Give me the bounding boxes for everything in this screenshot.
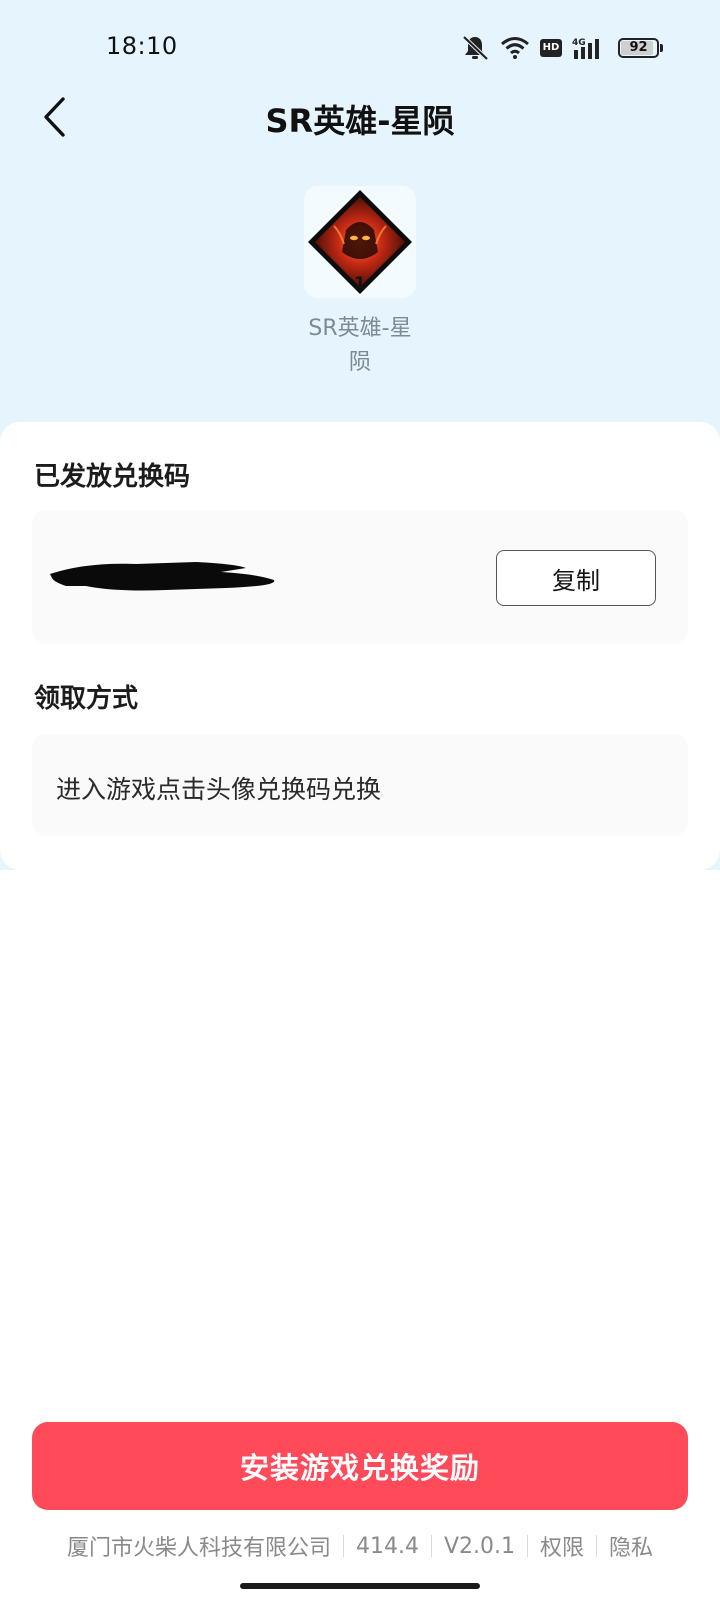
footer-divider [527,1535,528,1557]
footer-divider [430,1535,432,1557]
footer-permissions-link[interactable]: 权限 [540,1530,584,1562]
code-section-title: 已发放兑换码 [34,462,191,492]
svg-text:4G: 4G [572,38,586,48]
footer-privacy-link[interactable]: 隐私 [609,1530,653,1562]
status-icons: HD 4G 92 [460,34,664,62]
method-text: 进入游戏点击头像兑换码兑换 [56,775,382,804]
wifi-icon [500,36,530,60]
copy-button[interactable]: 复制 [496,550,656,606]
footer-divider [342,1535,344,1557]
status-time: 18:10 [106,32,178,60]
reward-name: SR英雄-星陨 [308,316,412,375]
signal-4g-icon: 4G [572,36,608,60]
bell-muted-icon [460,34,490,62]
reward-count: 1 [354,273,366,292]
page: 18:10 HD 4G 92 SR英雄-星陨 1 SR英雄-星陨 已发放兑换码 … [0,0,720,1600]
home-indicator[interactable] [240,1583,480,1589]
method-section-title: 领取方式 [34,684,139,714]
page-title: SR英雄-星陨 [265,102,455,140]
battery-tip [660,44,663,52]
install-game-button[interactable]: 安装游戏兑换奖励 [32,1422,688,1510]
battery-icon: 92 [618,37,664,59]
reward-item[interactable]: 1 [304,186,416,298]
footer-size: 414.4 [355,1533,419,1559]
footer-company: 厦门市火柴人科技有限公司 [66,1536,331,1561]
footer: 厦门市火柴人科技有限公司 414.4 V2.0.1 权限 隐私 [0,1530,720,1562]
redacted-code [50,562,275,591]
battery-level: 92 [629,40,648,55]
hd-icon: HD [540,39,562,57]
status-bar: 18:10 HD 4G 92 [0,0,720,96]
footer-version: V2.0.1 [443,1533,515,1559]
footer-divider [596,1535,598,1557]
